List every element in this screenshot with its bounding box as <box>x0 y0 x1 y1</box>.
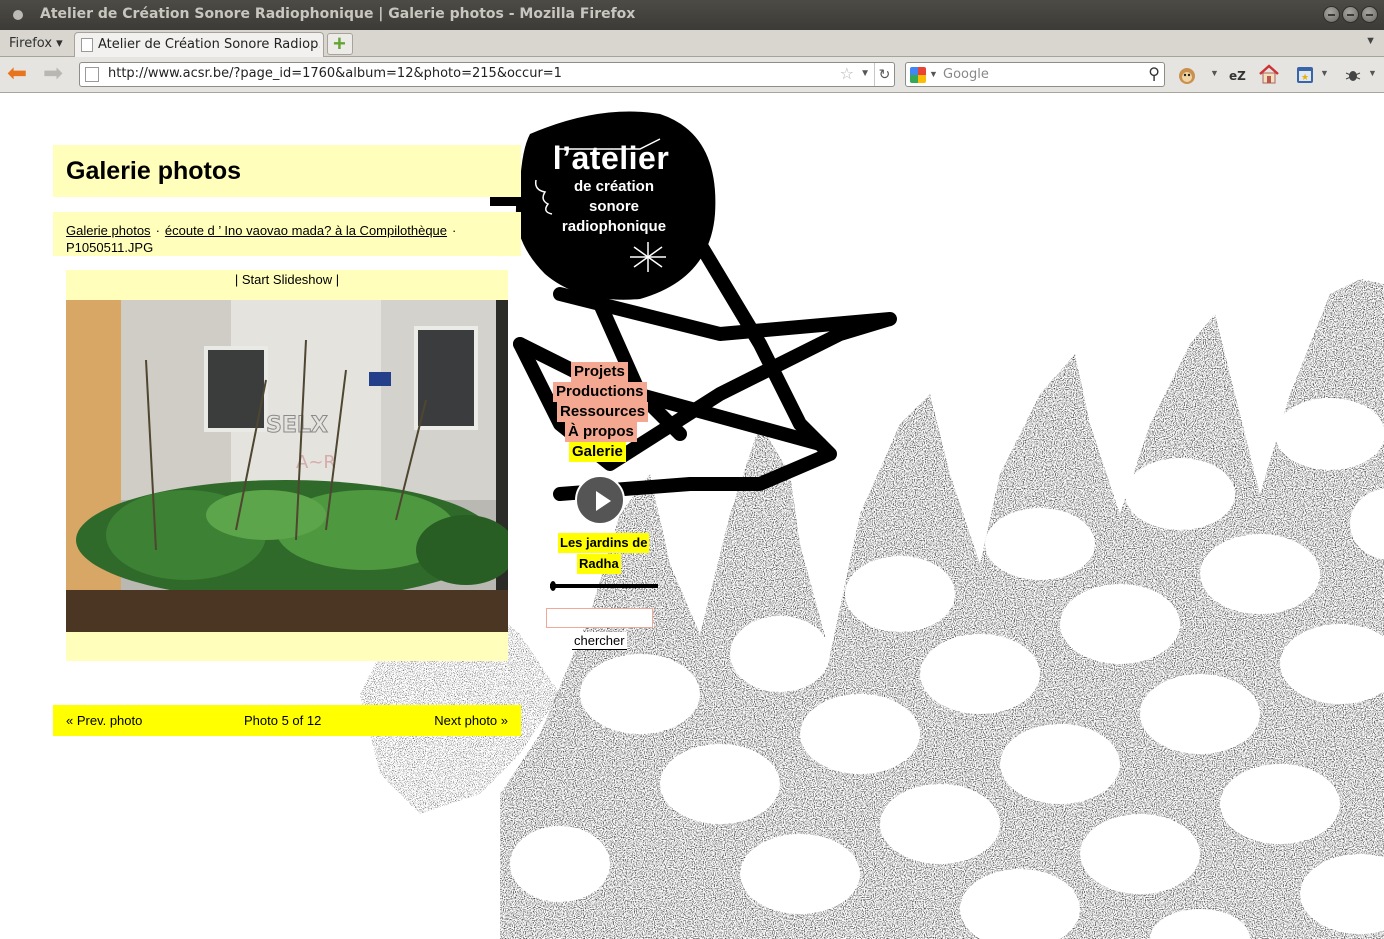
site-search-input[interactable] <box>546 608 653 628</box>
breadcrumb-album-link[interactable]: écoute d ’ Ino vaovao mada? à la Compilo… <box>165 223 447 238</box>
gallery-photo[interactable]: SELX A~R <box>66 300 508 632</box>
logo-title: l’atelier <box>552 140 670 176</box>
next-photo-link[interactable]: Next photo » <box>434 705 508 736</box>
breadcrumb-separator: · <box>452 223 457 238</box>
player-progress-knob[interactable] <box>550 581 556 591</box>
page-title: Galerie photos <box>66 157 242 185</box>
forward-arrow-icon[interactable]: ➡ <box>43 61 63 87</box>
breadcrumb-gallery-link[interactable]: Galerie photos <box>66 223 151 238</box>
tab-title: Atelier de Création Sonore Radiop… <box>98 37 320 52</box>
svg-text:★: ★ <box>1301 72 1309 82</box>
page-favicon-icon <box>81 38 93 52</box>
logo-line-2: de création <box>573 178 655 195</box>
home-icon[interactable] <box>1258 63 1280 85</box>
logo-line-3: sonore <box>588 198 639 215</box>
svg-text:A~R: A~R <box>296 452 336 473</box>
prev-photo-link[interactable]: « Prev. photo <box>66 705 142 736</box>
navigation-toolbar: ⬅ ➡ http://www.acsr.be/?page_id=1760&alb… <box>0 57 1384 93</box>
bug-chevron-icon[interactable]: ▼ <box>1368 68 1377 78</box>
photo-image: SELX A~R <box>66 300 508 632</box>
plus-icon: + <box>333 31 346 56</box>
slideshow-bar: | Start Slideshow | <box>66 270 508 292</box>
breadcrumb-separator: · <box>155 223 160 238</box>
tab-bar: Firefox ▾ Atelier de Création Sonore Rad… <box>0 30 1384 57</box>
menu-item-galerie[interactable]: Galerie <box>569 442 626 462</box>
reload-icon[interactable]: ↻ <box>874 63 894 86</box>
back-arrow-icon[interactable]: ⬅ <box>7 61 27 87</box>
ez-icon[interactable]: eZ <box>1228 65 1248 85</box>
bookmarks-chevron-icon[interactable]: ▼ <box>1320 68 1329 78</box>
bug-icon[interactable] <box>1343 65 1363 85</box>
greasemonkey-chevron-icon[interactable]: ▼ <box>1210 68 1219 78</box>
app-menu-icon[interactable] <box>13 10 23 20</box>
photo-navigation: « Prev. photo Photo 5 of 12 Next photo » <box>53 705 521 736</box>
menu-item-ressources[interactable]: Ressources <box>557 402 649 422</box>
search-placeholder: Google <box>943 67 989 82</box>
photo-panel: | Start Slideshow | SELX A~R <box>66 270 508 661</box>
logo-line-4: radiophonique <box>561 218 667 235</box>
search-bar[interactable]: ▼ Google ⚲ <box>905 62 1165 87</box>
bookmark-star-icon[interactable]: ☆ <box>840 64 854 84</box>
greasemonkey-icon[interactable] <box>1177 65 1197 85</box>
maximize-button[interactable] <box>1342 6 1359 23</box>
breadcrumb-current: P1050511.JPG <box>66 240 154 255</box>
new-tab-button[interactable]: + <box>327 31 353 56</box>
google-engine-icon[interactable] <box>910 67 926 83</box>
tab-active[interactable]: Atelier de Création Sonore Radiop… <box>74 32 324 57</box>
photo-counter: Photo 5 of 12 <box>244 713 322 728</box>
gallery-title-panel: Galerie photos <box>53 145 521 197</box>
breadcrumb: Galerie photos · écoute d ’ Ino vaovao mad… <box>53 212 521 256</box>
engine-chevron-icon[interactable]: ▼ <box>929 69 938 79</box>
menu-item-projets[interactable]: Projets <box>571 362 628 382</box>
menu-item-productions[interactable]: Productions <box>553 382 647 402</box>
player-progress-bar[interactable] <box>550 581 658 591</box>
tab-list-chevron-icon[interactable]: ▼ <box>1365 35 1376 47</box>
play-button[interactable] <box>575 475 625 525</box>
url-text: http://www.acsr.be/?page_id=1760&album=1… <box>108 66 562 81</box>
firefox-menu-label: Firefox <box>9 36 53 51</box>
window-titlebar: Atelier de Création Sonore Radiophonique… <box>0 0 1384 30</box>
minimize-button[interactable] <box>1323 6 1340 23</box>
start-slideshow-link[interactable]: | Start Slideshow | <box>235 272 339 287</box>
search-magnifier-icon[interactable]: ⚲ <box>1148 64 1160 84</box>
track-title-line-1: Les jardins de <box>558 533 650 553</box>
firefox-menu-button[interactable]: Firefox ▾ <box>3 33 69 55</box>
svg-text:eZ: eZ <box>1229 69 1246 83</box>
window-title: Atelier de Création Sonore Radiophonique… <box>40 6 636 22</box>
site-logo[interactable]: l’atelier de création sonore radiophoniq… <box>530 139 680 237</box>
track-title-line-2: Radha <box>577 554 621 574</box>
page-content: l’atelier de création sonore radiophoniq… <box>0 94 1384 939</box>
close-button[interactable] <box>1361 6 1378 23</box>
page-favicon-icon <box>85 67 99 82</box>
url-bar[interactable]: http://www.acsr.be/?page_id=1760&album=1… <box>79 62 895 87</box>
svg-text:SELX: SELX <box>266 413 328 438</box>
menu-item-a-propos[interactable]: À propos <box>565 422 637 442</box>
url-history-chevron-icon[interactable]: ▼ <box>860 68 870 79</box>
bookmarks-icon[interactable]: ★ <box>1295 65 1315 85</box>
search-button[interactable]: chercher <box>572 632 627 650</box>
